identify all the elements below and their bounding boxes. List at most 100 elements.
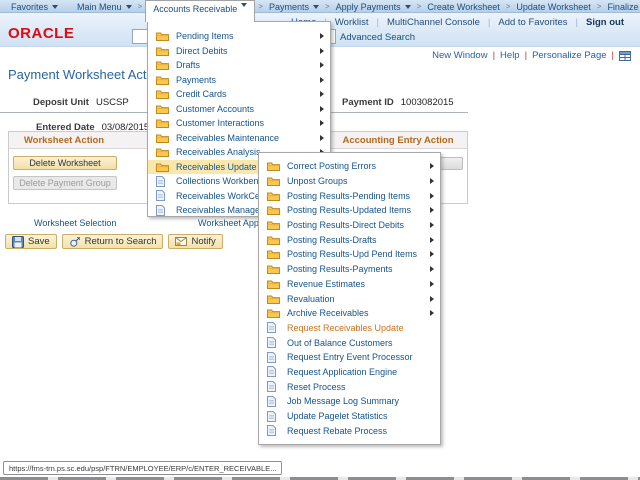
folder-icon [267, 294, 280, 304]
advanced-search-link[interactable]: Advanced Search [340, 32, 415, 43]
breadcrumb-label: Finalize Worksheet [607, 1, 640, 13]
breadcrumb-item[interactable]: Payments [266, 0, 322, 13]
save-button-label: Save [28, 236, 50, 247]
chevron-down-icon [405, 5, 411, 9]
header-link[interactable]: MultiChannel Console [379, 17, 488, 28]
menu-item-icon-slot [267, 176, 282, 186]
menu-item[interactable]: Customer Accounts [148, 102, 330, 117]
notify-button[interactable]: Notify [168, 234, 222, 249]
menu-item-icon-slot [267, 322, 282, 333]
breadcrumb-item[interactable]: Finalize Worksheet [604, 0, 640, 13]
header-link-label: MultiChannel Console [387, 17, 480, 28]
notify-button-label: Notify [191, 236, 215, 247]
breadcrumb-item[interactable]: Create Worksheet [424, 0, 502, 13]
save-button[interactable]: Save [5, 234, 57, 249]
menu-item[interactable]: Posting Results-Updated Items [259, 203, 440, 218]
menu-item[interactable]: Receivables Maintenance [148, 131, 330, 146]
menu-item[interactable]: Revaluation [259, 291, 440, 306]
worksheet-selection-link[interactable]: Worksheet Selection [34, 218, 116, 228]
menu-item[interactable]: Correct Posting Errors [259, 159, 440, 174]
menu-item[interactable]: Request Application Engine [259, 365, 440, 380]
header-link[interactable]: Sign out [578, 17, 632, 28]
menu-item[interactable]: Posting Results-Pending Items [259, 188, 440, 203]
status-bar-url: https://fms-trn.ps.sc.edu/psp/FTRN/EMPLO… [3, 461, 282, 475]
menu-item[interactable]: Drafts [148, 58, 330, 73]
status-url-text: https://fms-trn.ps.sc.edu/psp/FTRN/EMPLO… [9, 464, 276, 473]
menu-item-icon-slot [267, 308, 282, 318]
page-action-link[interactable]: New Window [428, 50, 491, 61]
return-to-search-label: Return to Search [85, 236, 157, 247]
menu-item[interactable]: Credit Cards [148, 87, 330, 102]
delete-worksheet-button[interactable]: Delete Worksheet [13, 156, 117, 170]
menu-item-icon-slot [156, 133, 171, 143]
submenu-arrow-icon [430, 222, 434, 228]
menu-item[interactable]: Job Message Log Summary [259, 394, 440, 409]
menu-item-label: Out of Balance Customers [287, 338, 393, 348]
menu-item-label: Posting Results-Updated Items [287, 205, 411, 215]
page-action-label: | [493, 50, 495, 61]
menu-item[interactable]: Request Receivables Update [259, 321, 440, 336]
document-icon [267, 381, 276, 392]
page-action-label: New Window [432, 50, 487, 61]
breadcrumb-item[interactable]: Favorites [8, 0, 61, 13]
breadcrumb-item[interactable]: Accounts Receivable [145, 0, 255, 22]
accounting-entry-action-header: Accounting Entry Action [329, 132, 467, 149]
menu-item[interactable]: Pending Items [148, 29, 330, 44]
menu-item-label: Revenue Estimates [287, 279, 365, 289]
header-link[interactable]: Add to Favorites [490, 17, 575, 28]
breadcrumb-label: Favorites [11, 1, 48, 13]
breadcrumb-item[interactable]: Main Menu [74, 0, 135, 13]
folder-icon [267, 249, 280, 259]
menu-item-label: Receivables Analysis [176, 147, 261, 157]
menu-item[interactable]: Direct Debits [148, 44, 330, 59]
menu-item-label: Posting Results-Payments [287, 264, 393, 274]
document-icon [267, 366, 276, 377]
menu-item-label: Request Rebate Process [287, 426, 387, 436]
menu-item-icon-slot [156, 75, 171, 85]
submenu-arrow-icon [430, 251, 434, 257]
chevron-down-icon [313, 5, 319, 9]
menu-item[interactable]: Out of Balance Customers [259, 335, 440, 350]
menu-item[interactable]: Unpost Groups [259, 174, 440, 189]
menu-item[interactable]: Posting Results-Drafts [259, 232, 440, 247]
payment-id-label: Payment ID [342, 97, 394, 108]
folder-icon [156, 118, 169, 128]
header-link-label: Add to Favorites [498, 17, 567, 28]
notify-icon [175, 237, 187, 246]
submenu-arrow-icon [430, 310, 434, 316]
page-action-link[interactable] [615, 51, 635, 61]
breadcrumb-item[interactable]: Update Worksheet [513, 0, 593, 13]
page-action-link[interactable]: Help [496, 50, 524, 61]
folder-icon [267, 264, 280, 274]
menu-item[interactable]: Request Rebate Process [259, 423, 440, 438]
document-icon [156, 190, 165, 201]
header-link[interactable]: Worklist [327, 17, 377, 28]
document-icon [267, 352, 276, 363]
breadcrumb-item[interactable]: Apply Payments [333, 0, 414, 13]
menu-item[interactable]: Customer Interactions [148, 116, 330, 131]
menu-item-icon-slot [267, 205, 282, 215]
folder-icon [267, 308, 280, 318]
menu-item-label: Posting Results-Upd Pend Items [287, 249, 417, 259]
breadcrumb-label: Accounts Receivable [153, 3, 237, 15]
folder-icon [156, 104, 169, 114]
menu-item-label: Correct Posting Errors [287, 161, 376, 171]
submenu-arrow-icon [430, 266, 434, 272]
document-icon [156, 176, 165, 187]
chevron-down-icon [52, 5, 58, 9]
menu-item[interactable]: Posting Results-Upd Pend Items [259, 247, 440, 262]
menu-item[interactable]: Payments [148, 73, 330, 88]
menu-item[interactable]: Revenue Estimates [259, 277, 440, 292]
submenu-arrow-icon [430, 193, 434, 199]
submenu-arrow-icon [430, 163, 434, 169]
menu-item[interactable]: Update Pagelet Statistics [259, 409, 440, 424]
breadcrumb-item: > [503, 0, 514, 13]
submenu-arrow-icon [430, 178, 434, 184]
return-to-search-button[interactable]: Return to Search [62, 234, 164, 249]
menu-item[interactable]: Posting Results-Payments [259, 262, 440, 277]
menu-item[interactable]: Reset Process [259, 379, 440, 394]
menu-item[interactable]: Archive Receivables [259, 306, 440, 321]
menu-item[interactable]: Posting Results-Direct Debits [259, 218, 440, 233]
page-action-link[interactable]: Personalize Page [528, 50, 610, 61]
menu-item[interactable]: Request Entry Event Processor [259, 350, 440, 365]
